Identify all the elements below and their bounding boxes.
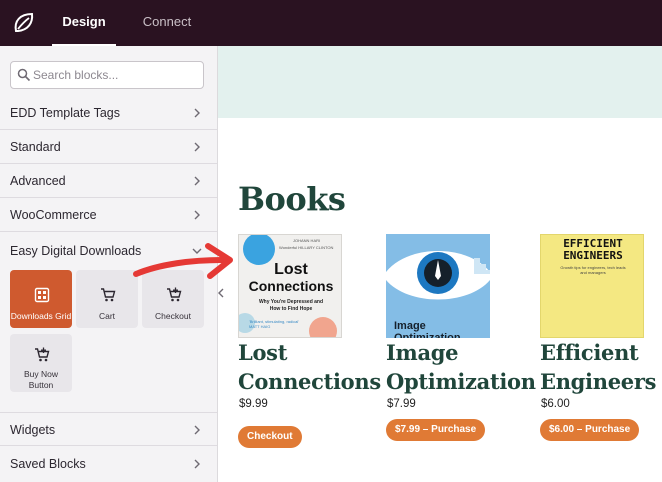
category-label: WooCommerce [10, 208, 97, 222]
red-arrow-annotation [133, 243, 233, 279]
category-label: Standard [10, 140, 61, 154]
block-label: Buy Now Button [23, 369, 58, 390]
category-standard[interactable]: Standard [0, 130, 217, 164]
category-saved-blocks[interactable]: Saved Blocks [0, 447, 217, 481]
category-label: EDD Template Tags [10, 106, 121, 120]
search-icon [17, 68, 31, 82]
category-edd-template-tags[interactable]: EDD Template Tags [0, 96, 217, 130]
cart-plus-icon [35, 347, 50, 362]
cover-subtitle: Growth tips for engineers, tech leads an… [560, 265, 626, 275]
book-title[interactable]: Image Optimization [386, 338, 536, 396]
page-canvas: Books JOHANN HARI Wonderful HILLARY CLIN… [218, 46, 662, 482]
chevron-right-icon [194, 459, 200, 469]
book-price: $7.99 [387, 398, 416, 410]
checkout-button[interactable]: Checkout [238, 426, 302, 448]
book-cover-image-optimization[interactable]: Image Optimization [386, 234, 490, 338]
category-woocommerce[interactable]: WooCommerce [0, 198, 217, 232]
chevron-right-icon [194, 108, 200, 118]
search-box [10, 61, 204, 89]
cover-text: Image Optimization [394, 320, 461, 338]
book-price: $6.00 [541, 398, 570, 410]
book-cover-lost-connections[interactable]: JOHANN HARI Wonderful HILLARY CLINTON Lo… [238, 234, 342, 338]
cover-title-line1: Lost [274, 261, 308, 278]
category-label: Easy Digital Downloads [10, 244, 142, 258]
top-bar: Design Connect [0, 0, 662, 46]
chevron-right-icon [194, 425, 200, 435]
block-label: Downloads Grid [10, 311, 72, 321]
cover-title-line2: Connections [248, 278, 334, 294]
seedprod-logo-icon[interactable] [10, 9, 38, 37]
category-label: Widgets [10, 423, 56, 437]
purchase-button[interactable]: $6.00 – Purchase [540, 419, 640, 441]
hero-section [218, 46, 662, 118]
book-title[interactable]: Efficient Engineers [540, 338, 662, 396]
chevron-right-icon [194, 176, 200, 186]
category-label: Saved Blocks [10, 457, 86, 471]
block-label: Cart [98, 311, 116, 321]
cart-icon [101, 288, 116, 302]
block-label: Checkout [155, 311, 191, 321]
cover-subtitle: Why You're Depressed and How to Find Hop… [258, 299, 324, 312]
cover-quote: 'Brilliant, stimulating, radical' MATT H… [249, 319, 299, 329]
section-heading: Books [238, 180, 346, 218]
cover-author: JOHANN HARI [293, 238, 321, 243]
purchase-button[interactable]: $7.99 – Purchase [386, 419, 486, 441]
book-title[interactable]: Lost Connections [238, 338, 388, 396]
chevron-right-icon [194, 210, 200, 220]
category-label: Advanced [10, 174, 66, 188]
block-cart[interactable]: Cart [76, 270, 138, 328]
cover-blurb: Wonderful HILLARY CLINTON [279, 245, 334, 250]
grid-icon [34, 287, 50, 303]
tab-design[interactable]: Design [52, 0, 116, 46]
cover-title-line2: ENGINEERS [563, 249, 623, 262]
block-buy-now-button[interactable]: Buy Now Button [10, 334, 72, 392]
block-downloads-grid[interactable]: Downloads Grid [10, 270, 72, 328]
search-input[interactable] [33, 62, 201, 88]
book-cover-efficient-engineers[interactable]: EFFICIENT ENGINEERS Growth tips for engi… [540, 234, 644, 338]
category-widgets[interactable]: Widgets [0, 412, 217, 446]
category-advanced[interactable]: Advanced [0, 164, 217, 198]
tab-connect[interactable]: Connect [136, 0, 198, 46]
book-price: $9.99 [239, 398, 268, 410]
scrolled-content-edge [6, 46, 126, 49]
chevron-right-icon [194, 142, 200, 152]
